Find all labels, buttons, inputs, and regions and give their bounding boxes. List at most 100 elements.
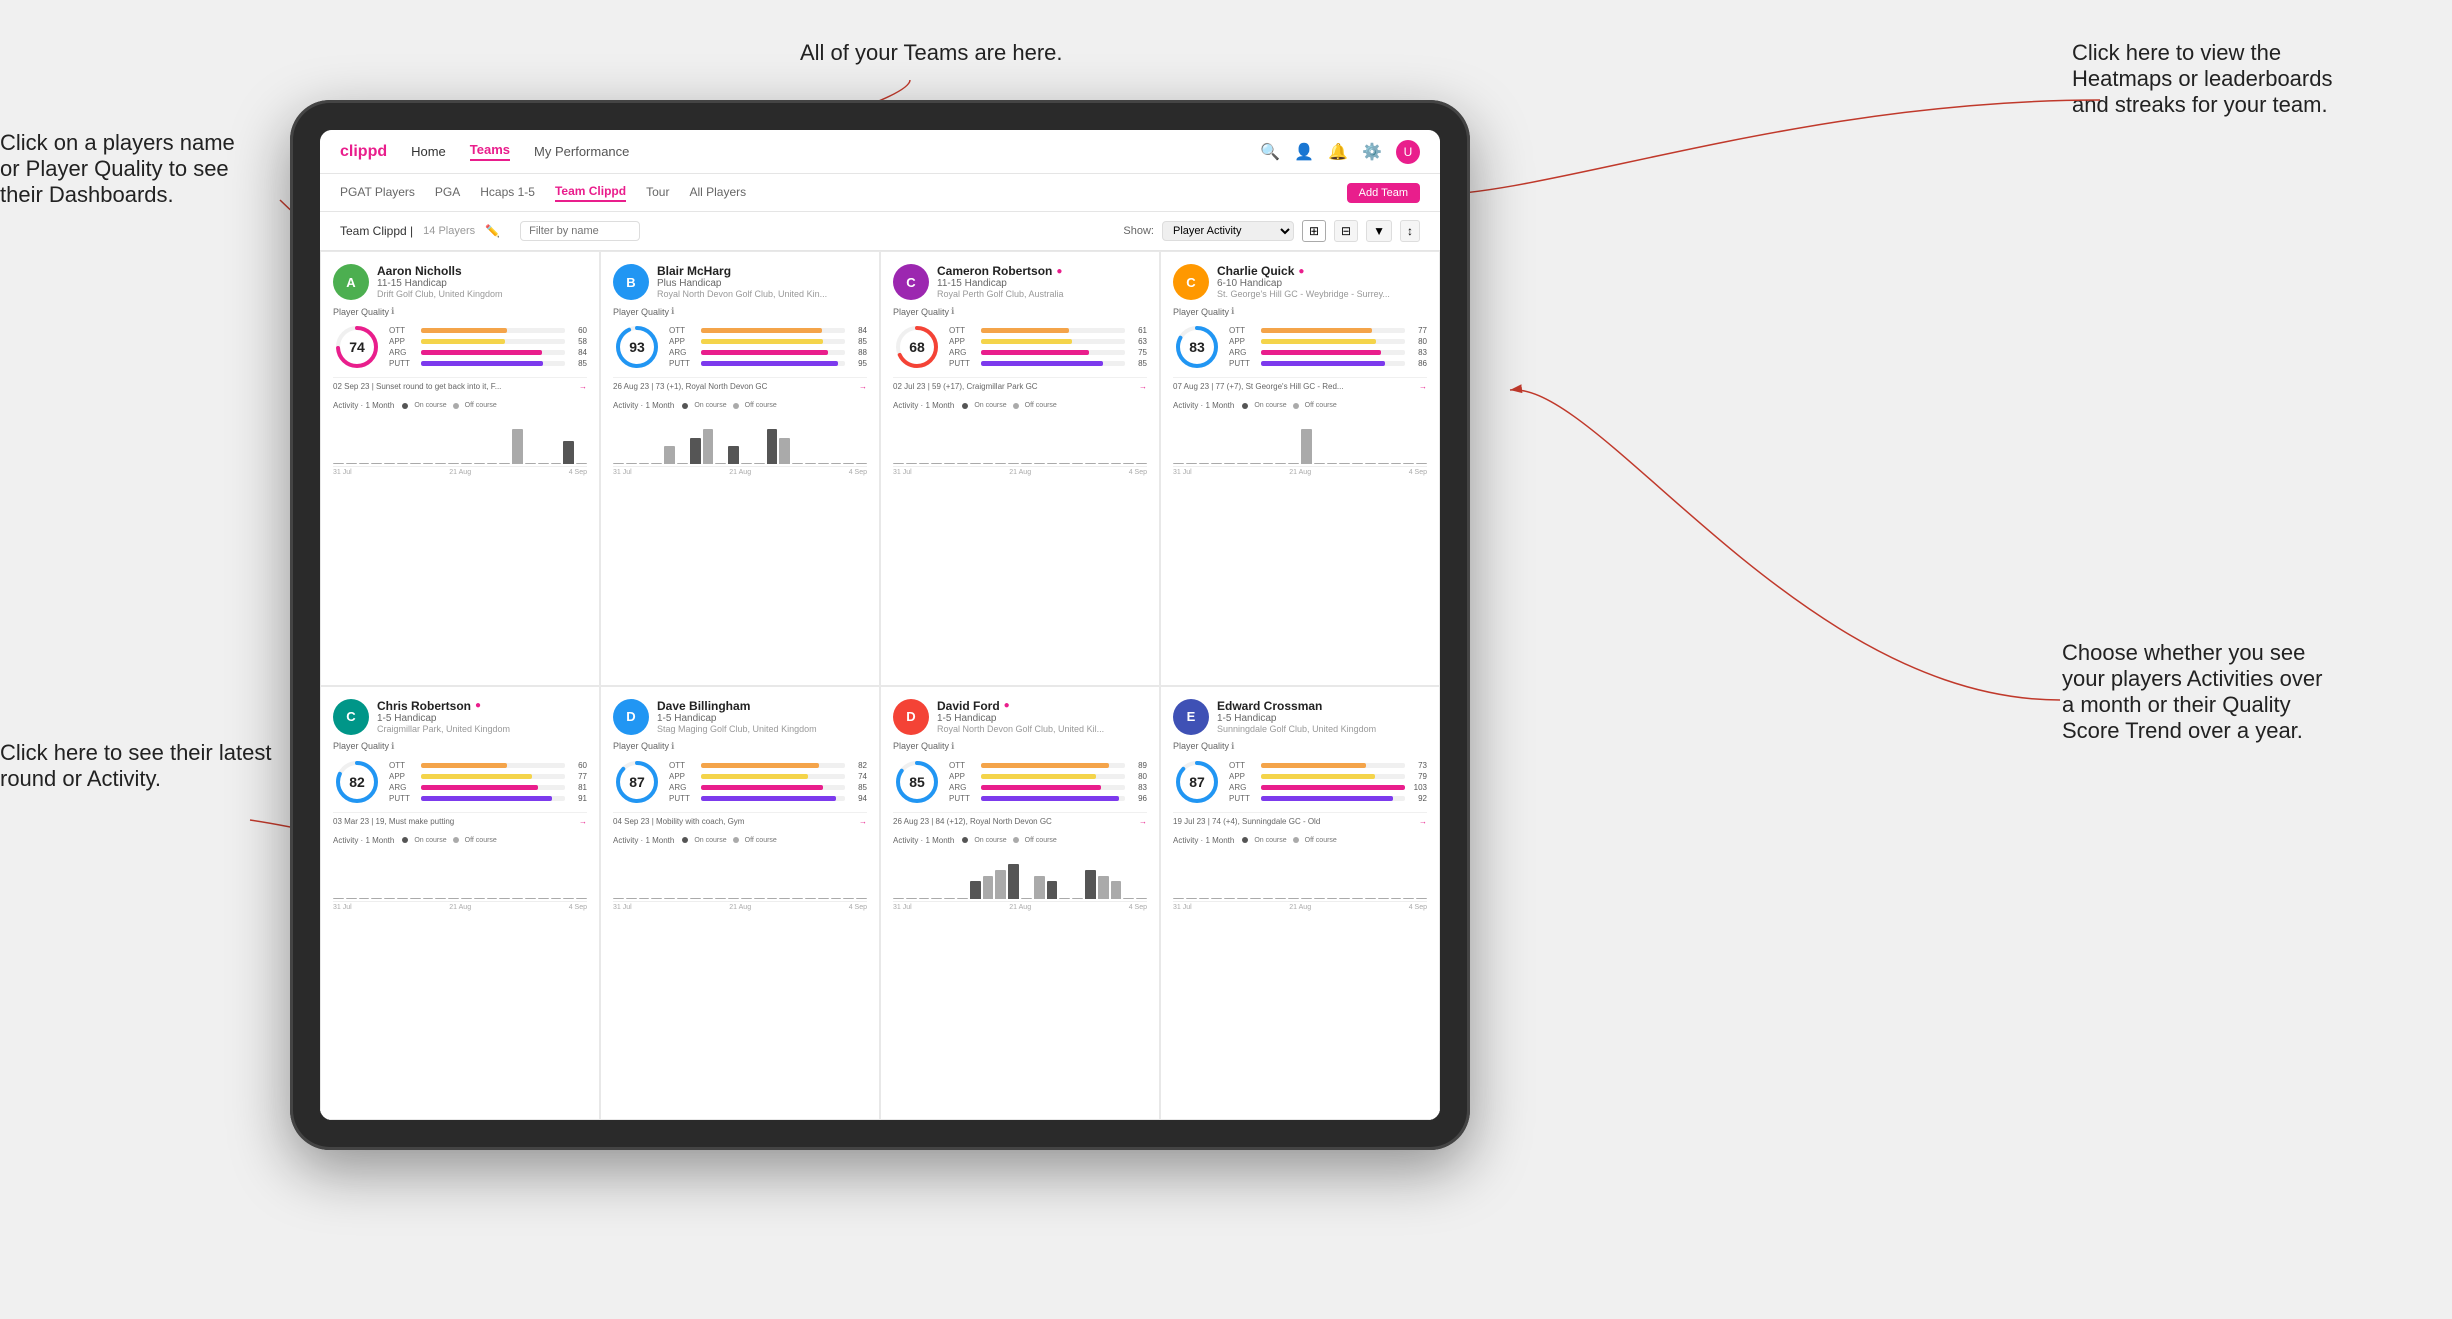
quality-label: Player Quality ℹ: [1173, 306, 1427, 317]
mini-chart: [893, 412, 1147, 467]
player-avatar[interactable]: E: [1173, 699, 1209, 735]
player-name[interactable]: Aaron Nicholls: [377, 264, 587, 278]
mini-chart: [1173, 412, 1427, 467]
activity-month-label: Activity · 1 Month: [613, 401, 674, 410]
nav-teams[interactable]: Teams: [470, 142, 510, 161]
quality-section[interactable]: 68 OTT 61 APP 63 ARG 75: [893, 323, 1147, 371]
player-avatar[interactable]: D: [893, 699, 929, 735]
quality-section[interactable]: 82 OTT 60 APP 77 ARG 81: [333, 758, 587, 806]
verified-icon: ●: [1298, 266, 1304, 277]
stat-app: APP 80: [949, 772, 1147, 781]
player-card-header: C Chris Robertson ● 1-5 Handicap Craigmi…: [333, 699, 587, 735]
settings-icon[interactable]: ⚙️: [1362, 142, 1382, 162]
player-info: Cameron Robertson ● 11-15 Handicap Royal…: [937, 264, 1147, 299]
chart-label-mid: 21 Aug: [1009, 904, 1031, 911]
chart-label-start: 31 Jul: [333, 469, 352, 476]
last-round[interactable]: 03 Mar 23 | 19, Must make putting →: [333, 812, 587, 826]
tab-tour[interactable]: Tour: [646, 185, 669, 201]
stat-app: APP 63: [949, 337, 1147, 346]
player-handicap: 1-5 Handicap: [377, 713, 587, 724]
activity-section: Activity · 1 Month On course Off course …: [613, 401, 867, 476]
mini-chart: [333, 847, 587, 902]
player-avatar[interactable]: C: [1173, 264, 1209, 300]
stat-arg: ARG 81: [389, 783, 587, 792]
stat-putt: PUTT 91: [389, 794, 587, 803]
quality-label: Player Quality ℹ: [893, 741, 1147, 752]
stat-app: APP 77: [389, 772, 587, 781]
add-team-button[interactable]: Add Team: [1347, 183, 1420, 203]
mini-chart: [613, 847, 867, 902]
quality-section[interactable]: 85 OTT 89 APP 80 ARG 83: [893, 758, 1147, 806]
player-avatar[interactable]: C: [893, 264, 929, 300]
player-avatar[interactable]: D: [613, 699, 649, 735]
player-avatar[interactable]: B: [613, 264, 649, 300]
tab-all-players[interactable]: All Players: [689, 185, 746, 201]
chart-bars: [893, 847, 1147, 901]
chart-bars: [613, 847, 867, 901]
player-handicap: 1-5 Handicap: [657, 713, 867, 724]
player-handicap: 6-10 Handicap: [1217, 278, 1427, 289]
player-card: B Blair McHarg Plus Handicap Royal North…: [600, 251, 880, 686]
tab-team-clippd[interactable]: Team Clippd: [555, 184, 626, 202]
tab-pgat[interactable]: PGAT Players: [340, 185, 415, 201]
player-name[interactable]: David Ford ●: [937, 699, 1147, 713]
last-round[interactable]: 04 Sep 23 | Mobility with coach, Gym →: [613, 812, 867, 826]
last-round-text: 03 Mar 23 | 19, Must make putting: [333, 817, 579, 826]
chart-label-start: 31 Jul: [1173, 904, 1192, 911]
activity-month-label: Activity · 1 Month: [613, 836, 674, 845]
player-card: C Charlie Quick ● 6-10 Handicap St. Geor…: [1160, 251, 1440, 686]
quality-section[interactable]: 87 OTT 73 APP 79 ARG 103: [1173, 758, 1427, 806]
quality-section[interactable]: 93 OTT 84 APP 85 ARG 88: [613, 323, 867, 371]
last-round[interactable]: 02 Sep 23 | Sunset round to get back int…: [333, 377, 587, 391]
quality-section[interactable]: 83 OTT 77 APP 80 ARG 83: [1173, 323, 1427, 371]
player-card-header: D Dave Billingham 1-5 Handicap Stag Magi…: [613, 699, 867, 735]
player-name[interactable]: Cameron Robertson ●: [937, 264, 1147, 278]
avatar-icon[interactable]: U: [1396, 140, 1420, 164]
player-name[interactable]: Blair McHarg: [657, 264, 867, 278]
last-round[interactable]: 19 Jul 23 | 74 (+4), Sunningdale GC - Ol…: [1173, 812, 1427, 826]
player-info: Blair McHarg Plus Handicap Royal North D…: [657, 264, 867, 299]
latest-round-annotation: Click here to see their latest round or …: [0, 740, 280, 792]
activity-select[interactable]: Player Activity Quality Score Trend: [1162, 221, 1294, 241]
quality-label: Player Quality ℹ: [893, 306, 1147, 317]
player-info: Aaron Nicholls 11-15 Handicap Drift Golf…: [377, 264, 587, 299]
player-info: Dave Billingham 1-5 Handicap Stag Maging…: [657, 699, 867, 734]
activity-legend: On course Off course: [1242, 837, 1336, 844]
filter-input[interactable]: [520, 221, 640, 241]
list-view-button[interactable]: ⊟: [1334, 220, 1358, 242]
player-avatar[interactable]: A: [333, 264, 369, 300]
on-course-label: On course: [1254, 837, 1286, 844]
quality-section[interactable]: 74 OTT 60 APP 58 ARG 84: [333, 323, 587, 371]
player-name[interactable]: Charlie Quick ●: [1217, 264, 1427, 278]
bell-icon[interactable]: 🔔: [1328, 142, 1348, 162]
on-course-dot: [962, 837, 968, 843]
activity-month-label: Activity · 1 Month: [333, 836, 394, 845]
last-round[interactable]: 02 Jul 23 | 59 (+17), Craigmillar Park G…: [893, 377, 1147, 391]
search-icon[interactable]: 🔍: [1260, 142, 1280, 162]
edit-icon[interactable]: ✏️: [485, 224, 500, 238]
player-avatar[interactable]: C: [333, 699, 369, 735]
player-info: David Ford ● 1-5 Handicap Royal North De…: [937, 699, 1147, 734]
stat-putt: PUTT 86: [1229, 359, 1427, 368]
stat-putt: PUTT 94: [669, 794, 867, 803]
nav-my-performance[interactable]: My Performance: [534, 144, 629, 159]
sort-button[interactable]: ↕: [1400, 220, 1420, 242]
last-round[interactable]: 26 Aug 23 | 73 (+1), Royal North Devon G…: [613, 377, 867, 391]
player-name[interactable]: Dave Billingham: [657, 699, 867, 713]
player-name[interactable]: Edward Crossman: [1217, 699, 1427, 713]
person-icon[interactable]: 👤: [1294, 142, 1314, 162]
tab-hcaps[interactable]: Hcaps 1-5: [480, 185, 535, 201]
stats-bars: OTT 77 APP 80 ARG 83 PUTT 86: [1229, 326, 1427, 368]
tab-pga[interactable]: PGA: [435, 185, 460, 201]
last-round[interactable]: 26 Aug 23 | 84 (+12), Royal North Devon …: [893, 812, 1147, 826]
last-round[interactable]: 07 Aug 23 | 77 (+7), St George's Hill GC…: [1173, 377, 1427, 391]
quality-section[interactable]: 87 OTT 82 APP 74 ARG 85: [613, 758, 867, 806]
grid-view-button[interactable]: ⊞: [1302, 220, 1326, 242]
nav-home[interactable]: Home: [411, 144, 446, 159]
chart-labels: 31 Jul 21 Aug 4 Sep: [1173, 904, 1427, 911]
filter-button[interactable]: ▼: [1366, 220, 1392, 242]
player-name[interactable]: Chris Robertson ●: [377, 699, 587, 713]
heatmaps-annotation: Click here to view the Heatmaps or leade…: [2072, 40, 2392, 118]
activity-month-label: Activity · 1 Month: [893, 401, 954, 410]
off-course-label: Off course: [1305, 402, 1337, 409]
